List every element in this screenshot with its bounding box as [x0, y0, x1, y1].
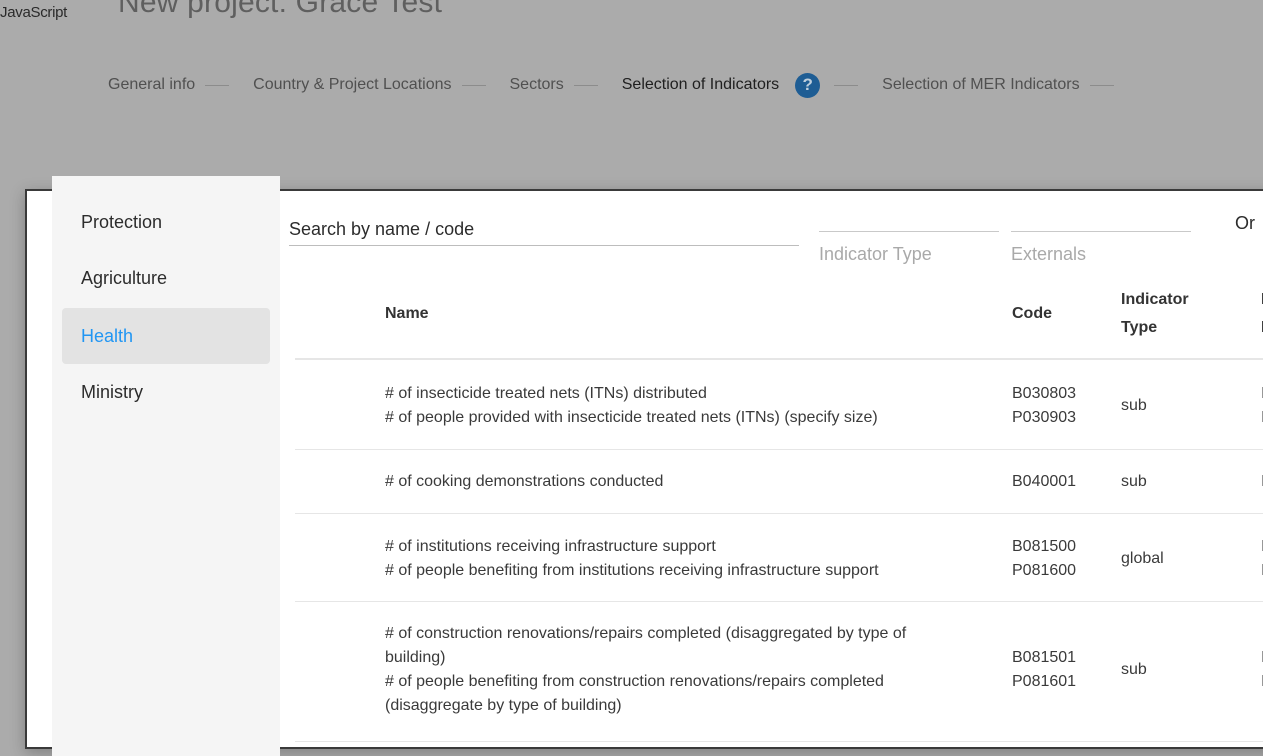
- step-connector: [1090, 85, 1114, 86]
- step-connector: [205, 85, 229, 86]
- indicator-names: # of cooking demonstrations conducted: [385, 470, 663, 494]
- indicator-codes: B081500 P081600: [1012, 535, 1076, 583]
- indicator-type: sub: [1121, 394, 1147, 418]
- column-header-name[interactable]: Name: [385, 300, 429, 328]
- stepper: General info Country & Project Locations…: [108, 73, 1138, 97]
- indicator-type: sub: [1121, 470, 1147, 494]
- indicator-name: building): [385, 646, 906, 670]
- indicator-code: B040001: [1012, 470, 1076, 494]
- externals-filter-label: Externals: [1011, 244, 1086, 265]
- indicators-table: Name Code Indicator Type I I # of insect…: [295, 286, 1263, 742]
- indicator-type-filter-label: Indicator Type: [819, 244, 932, 265]
- sidebar-item-label: Health: [81, 326, 133, 347]
- indicator-names: # of insecticide treated nets (ITNs) dis…: [385, 382, 878, 430]
- indicator-code: P030903: [1012, 406, 1076, 430]
- indicator-code: B081501: [1012, 646, 1076, 670]
- step-sectors[interactable]: Sectors: [510, 76, 622, 94]
- indicator-code: P081601: [1012, 670, 1076, 694]
- step-label: Selection of Indicators: [622, 76, 779, 94]
- column-header-line: Type: [1121, 314, 1189, 342]
- sidebar-item-protection[interactable]: Protection: [62, 194, 270, 250]
- indicator-selection-dialog: Protection Agriculture Health Ministry I…: [25, 189, 1263, 749]
- indicator-code: B081500: [1012, 535, 1076, 559]
- column-header-indicator-type[interactable]: Indicator Type: [1121, 286, 1189, 342]
- table-row[interactable]: # of insecticide treated nets (ITNs) dis…: [295, 360, 1263, 450]
- indicator-name: # of cooking demonstrations conducted: [385, 470, 663, 494]
- indicator-code: P081600: [1012, 559, 1076, 583]
- step-label: Sectors: [510, 76, 564, 94]
- step-selection-of-mer-indicators[interactable]: Selection of MER Indicators: [882, 76, 1137, 94]
- sidebar-item-label: Ministry: [81, 382, 143, 403]
- noscript-text: JavaScript: [0, 4, 67, 21]
- column-header-code[interactable]: Code: [1012, 300, 1052, 328]
- step-country-locations[interactable]: Country & Project Locations: [253, 76, 509, 94]
- table-row[interactable]: # of cooking demonstrations conducted B0…: [295, 450, 1263, 514]
- sector-sidebar: Protection Agriculture Health Ministry: [52, 176, 280, 756]
- table-header: Name Code Indicator Type I I: [295, 286, 1263, 360]
- indicator-name: # of insecticide treated nets (ITNs) dis…: [385, 382, 878, 406]
- step-connector: [462, 85, 486, 86]
- step-connector: [834, 85, 858, 86]
- search-input[interactable]: [289, 206, 799, 246]
- sidebar-item-label: Agriculture: [81, 268, 167, 289]
- help-icon[interactable]: ?: [795, 73, 820, 98]
- indicator-codes: B040001: [1012, 470, 1076, 494]
- step-label: Country & Project Locations: [253, 76, 451, 94]
- sidebar-item-ministry[interactable]: Ministry: [62, 364, 270, 420]
- indicator-name: (disaggregate by type of building): [385, 694, 906, 718]
- indicator-names: # of construction renovations/repairs co…: [385, 622, 906, 718]
- indicator-type: global: [1121, 547, 1164, 571]
- page-title: New project: Grace Test: [118, 0, 442, 20]
- indicator-name: # of people benefiting from construction…: [385, 670, 906, 694]
- step-connector: [574, 85, 598, 86]
- table-row[interactable]: # of construction renovations/repairs co…: [295, 602, 1263, 742]
- indicator-code: B030803: [1012, 382, 1076, 406]
- step-general-info[interactable]: General info: [108, 76, 253, 94]
- sidebar-item-health[interactable]: Health: [62, 308, 270, 364]
- step-selection-of-indicators[interactable]: Selection of Indicators ?: [622, 73, 882, 98]
- indicator-name: # of people provided with insecticide tr…: [385, 406, 878, 430]
- indicator-name: # of construction renovations/repairs co…: [385, 622, 906, 646]
- table-row[interactable]: # of institutions receiving infrastructu…: [295, 514, 1263, 602]
- column-header-line: Indicator: [1121, 286, 1189, 314]
- step-label: Selection of MER Indicators: [882, 76, 1079, 94]
- step-label: General info: [108, 76, 195, 94]
- indicator-name: # of institutions receiving infrastructu…: [385, 535, 879, 559]
- indicator-name: # of people benefiting from institutions…: [385, 559, 879, 583]
- sidebar-item-label: Protection: [81, 212, 162, 233]
- indicator-type-filter[interactable]: Indicator Type: [819, 231, 999, 265]
- sidebar-item-agriculture[interactable]: Agriculture: [62, 250, 270, 306]
- indicator-names: # of institutions receiving infrastructu…: [385, 535, 879, 583]
- indicator-codes: B081501 P081601: [1012, 646, 1076, 694]
- indicator-type: sub: [1121, 658, 1147, 682]
- indicator-codes: B030803 P030903: [1012, 382, 1076, 430]
- org-header-partial: Or: [1235, 213, 1255, 234]
- externals-filter[interactable]: Externals: [1011, 231, 1191, 265]
